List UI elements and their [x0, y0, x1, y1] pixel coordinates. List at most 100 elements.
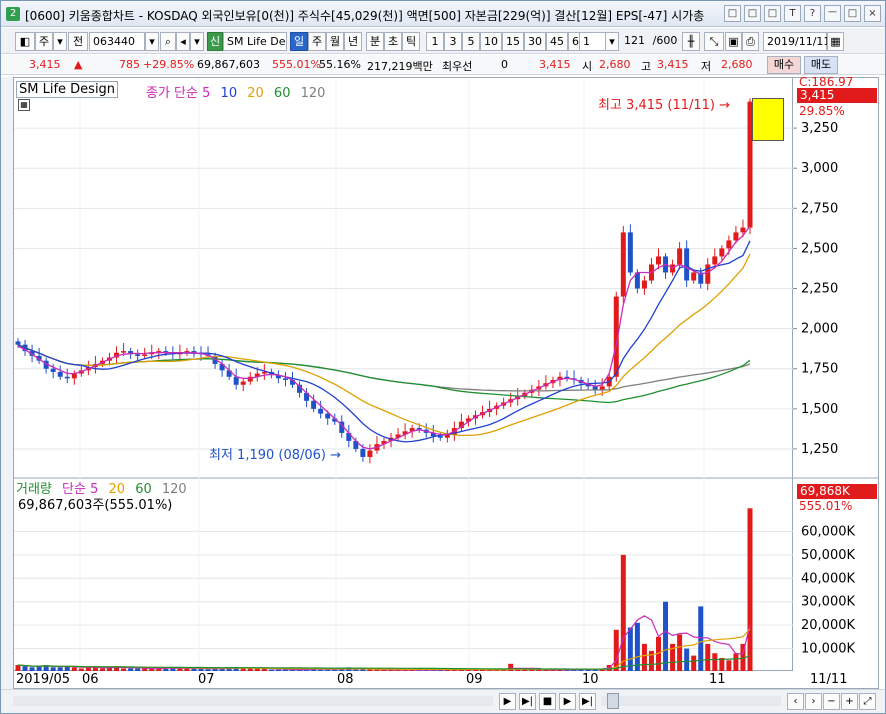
type-dropdown-icon[interactable]: ▾ — [53, 32, 67, 51]
scroll-last-icon[interactable]: ▶| — [579, 693, 596, 710]
interval-15-button[interactable]: 15 — [502, 32, 524, 51]
stock-label: SM Life Design — [19, 82, 116, 97]
x-label-may: 2019/05 — [16, 672, 71, 687]
high-annotation: 최고 3,415 (11/11) → — [598, 98, 731, 113]
buy-button[interactable]: 매수 — [767, 56, 801, 74]
zoom-handle[interactable] — [607, 693, 619, 709]
y-tick-label: 2,250 — [801, 282, 838, 297]
period-week-tab[interactable]: 주 — [308, 32, 326, 51]
period-tick-tab[interactable]: 틱 — [402, 32, 420, 51]
grid-toggle-icon[interactable]: ▦ — [18, 99, 30, 111]
x-label-aug: 08 — [337, 672, 354, 687]
price-value: 3,415 — [29, 58, 61, 71]
interval-1-button[interactable]: 1 — [426, 32, 444, 51]
candle-body — [740, 227, 746, 233]
zoom-out-icon[interactable]: − — [823, 693, 840, 710]
minimize-button[interactable]: ㅡ — [824, 5, 841, 22]
period-day-tab[interactable]: 일 — [290, 32, 308, 51]
low-annotation: 최저 1,190 (08/06) → — [209, 448, 342, 463]
period-minute-tab[interactable]: 분 — [366, 32, 384, 51]
change-value: 785 — [119, 58, 140, 71]
indicator-icon[interactable]: ╫ — [682, 32, 700, 51]
scroll-right-icon[interactable]: › — [805, 693, 822, 710]
low-label: 저 — [701, 60, 712, 73]
save-icon[interactable]: ▣ — [725, 32, 742, 51]
vol-tick-label: 50,000K — [801, 548, 855, 563]
candle-body — [656, 256, 661, 265]
amount-value: 217,219백만 — [367, 60, 433, 73]
candle-body — [240, 381, 246, 385]
candle-body — [620, 232, 626, 297]
interval-5-button[interactable]: 5 — [462, 32, 480, 51]
turnover-value: 55.16% — [319, 58, 361, 71]
interval-10-button[interactable]: 10 — [480, 32, 502, 51]
candle-body — [719, 248, 725, 257]
y-tick-label: 2,000 — [801, 322, 838, 337]
ma10-label: 10 — [220, 86, 238, 101]
y-tick-label: 1,750 — [801, 362, 838, 377]
lock-window-button[interactable]: □ — [764, 5, 781, 22]
zoom-in-icon[interactable]: + — [841, 693, 858, 710]
vol-tick-label: 10,000K — [801, 642, 855, 657]
type-button[interactable]: 주 — [35, 32, 53, 51]
price-pct-tag: 29.85% — [799, 104, 845, 118]
period-year-tab[interactable]: 년 — [344, 32, 362, 51]
candle-body — [121, 351, 127, 353]
scroll-play-icon[interactable]: ▶| — [519, 693, 536, 710]
candle-body — [50, 368, 56, 372]
chart-type-icon[interactable]: ◧ — [15, 32, 35, 51]
change-pct-value: +29.85% — [143, 58, 195, 71]
vma20-line — [17, 628, 751, 671]
volume-bar — [663, 601, 669, 672]
price-tag: 3,415 — [797, 88, 877, 103]
help-button[interactable]: ? — [804, 5, 821, 22]
date-input[interactable]: 2019/11/11 — [763, 32, 830, 51]
scroll-track[interactable] — [13, 696, 493, 706]
period-second-tab[interactable]: 초 — [384, 32, 402, 51]
scroll-first-icon[interactable]: ▶ — [499, 693, 516, 710]
stock-label-box[interactable]: SM Life Design — [16, 81, 119, 98]
close-button[interactable]: × — [864, 5, 881, 22]
candle-body — [15, 341, 21, 345]
sell-button[interactable]: 매도 — [804, 56, 838, 74]
speaker-icon[interactable]: ◂ — [176, 32, 190, 51]
expand-dropdown-icon[interactable]: ▾ — [190, 32, 204, 51]
app-icon: 2 — [6, 7, 20, 21]
x-label-jul: 07 — [198, 672, 215, 687]
range-input[interactable]: 121 — [621, 32, 651, 51]
count-dropdown-icon[interactable]: ▾ — [605, 32, 619, 51]
interval-30-button[interactable]: 30 — [524, 32, 546, 51]
count-input[interactable]: 1 — [579, 32, 607, 51]
candle-body — [135, 354, 141, 356]
scroll-left-icon[interactable]: ‹ — [787, 693, 804, 710]
interval-3-button[interactable]: 3 — [444, 32, 462, 51]
period-month-tab[interactable]: 월 — [326, 32, 344, 51]
volume-bar — [641, 643, 647, 672]
fullscreen-icon[interactable]: ⤢ — [859, 693, 876, 710]
link-window-button[interactable]: □ — [724, 5, 741, 22]
search-icon[interactable]: ⌕ — [160, 32, 176, 51]
zoom-track[interactable] — [601, 696, 781, 706]
stock-dropdown-icon[interactable]: ▾ — [145, 32, 159, 51]
tools-icon[interactable]: ⤡ — [704, 32, 724, 51]
chart-area[interactable]: SM Life Design 종가 단순 5 10 20 60 120 ▦ 최고… — [13, 77, 794, 672]
scroll-next-icon[interactable]: ▶ — [559, 693, 576, 710]
interval-45-button[interactable]: 45 — [546, 32, 568, 51]
stock-code-input[interactable]: 063440 — [89, 32, 145, 51]
calendar-icon[interactable]: ▦ — [827, 32, 844, 51]
y-tick-label: 2,500 — [801, 241, 838, 256]
print-icon[interactable]: ⎙ — [742, 32, 759, 51]
title-bar: 2 [0600] 키움종합차트 - KOSDAQ 외국인보유[0(천)] 주식수… — [1, 1, 885, 27]
font-button[interactable]: T — [784, 5, 801, 22]
maximize-button[interactable]: □ — [844, 5, 861, 22]
candle-body — [57, 371, 63, 377]
prev-button[interactable]: 전 — [68, 32, 88, 51]
range-total: /600 — [652, 34, 678, 47]
quote-bar: 3,415 ▲ 785 +29.85% 69,867,603 555.01% 5… — [1, 55, 885, 75]
tile-window-button[interactable]: □ — [744, 5, 761, 22]
y-tick-label: 1,500 — [801, 402, 838, 417]
candle-body — [712, 256, 718, 265]
candle-body — [641, 280, 647, 289]
x-label-nov: 11 — [709, 672, 726, 687]
stop-icon[interactable]: ■ — [539, 693, 556, 710]
